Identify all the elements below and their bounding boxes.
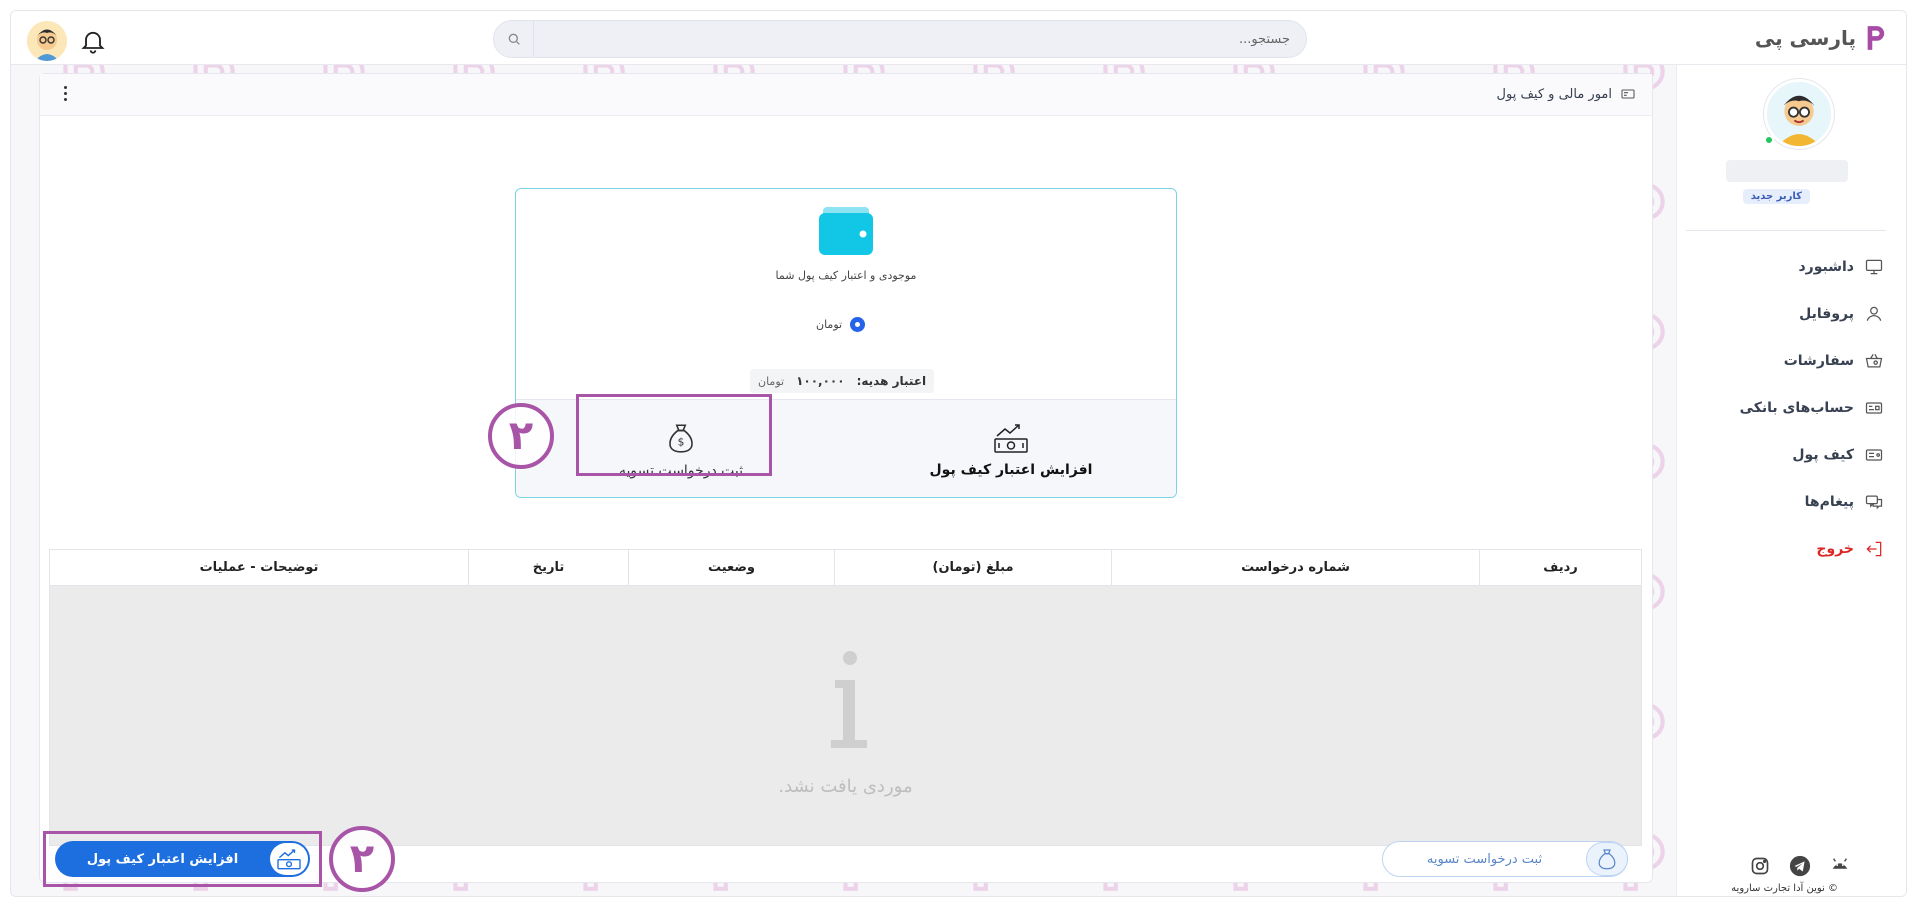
sidebar-item-orders[interactable]: سفارشات <box>1684 337 1884 384</box>
wallet-summary: موجودی و اعتبار کیف پول شما تومان اعتبار… <box>516 189 1176 399</box>
telegram-icon[interactable] <box>1789 855 1811 877</box>
sidebar-item-label: پروفایل <box>1799 305 1854 322</box>
settlement-request-label: ثبت درخواست تسویه <box>618 462 744 479</box>
copyright-text: © نوین آدا تجارت سارویه <box>1731 883 1838 894</box>
money-bag-icon <box>1586 842 1628 876</box>
brand-logo[interactable]: پارسی پی <box>1755 23 1886 53</box>
panel-header: امور مالی و کیف پول <box>40 74 1652 116</box>
tutorial-step-marker: ۲ <box>488 403 554 469</box>
social-links <box>1749 855 1851 877</box>
money-growth-icon <box>270 843 308 875</box>
sidebar: کاربر جدید داشبورد پروفایل سفارشات حساب‌… <box>1676 65 1906 896</box>
gift-credit-label: اعتبار هدیه: <box>856 374 927 388</box>
finance-panel: امور مالی و کیف پول موجودی و اعتبار کیف … <box>39 73 1653 883</box>
column-header-status: وضعیت <box>628 550 834 585</box>
gift-credit: اعتبار هدیه: ۱۰۰,۰۰۰ تومان <box>750 369 935 393</box>
money-bag-icon: $ <box>669 423 693 453</box>
instagram-icon[interactable] <box>1749 855 1771 877</box>
wallet-card: موجودی و اعتبار کیف پول شما تومان اعتبار… <box>515 188 1177 498</box>
user-avatar[interactable] <box>27 21 67 61</box>
sidebar-item-label: حساب‌های بانکی <box>1739 399 1854 416</box>
settlement-request-button[interactable]: ثبت درخواست تسویه <box>1382 841 1628 877</box>
column-header-request-number: شماره درخواست <box>1111 550 1479 585</box>
search-icon[interactable] <box>494 21 534 57</box>
sidebar-item-label: سفارشات <box>1783 352 1854 369</box>
info-icon <box>831 651 867 748</box>
sidebar-item-label: خروج <box>1816 540 1854 557</box>
currency-option[interactable]: تومان <box>816 317 866 332</box>
brand-name: پارسی پی <box>1754 26 1856 50</box>
wallet-icon <box>1865 448 1883 461</box>
increase-credit-label: افزایش اعتبار کیف پول <box>929 461 1093 478</box>
search-bar <box>493 20 1307 58</box>
top-bar: پارسی پی <box>11 11 1906 65</box>
increase-credit-button[interactable]: افزایش اعتبار کیف پول <box>55 841 310 877</box>
gift-credit-value: ۱۰۰,۰۰۰ <box>796 374 845 388</box>
sidebar-item-logout[interactable]: خروج <box>1684 525 1884 572</box>
basket-icon <box>1865 353 1883 367</box>
search-input[interactable] <box>538 21 1298 57</box>
column-header-amount: مبلغ (تومان) <box>834 550 1111 585</box>
table-header: ردیف شماره درخواست مبلغ (تومان) وضعیت تا… <box>50 550 1641 586</box>
sidebar-item-bank-accounts[interactable]: حساب‌های بانکی <box>1684 384 1884 431</box>
brand-mark-icon <box>1867 26 1885 50</box>
increase-credit-button-label: افزایش اعتبار کیف پول <box>86 851 239 867</box>
column-header-actions: توضیحات - عملیات <box>199 560 319 575</box>
sidebar-item-label: داشبورد <box>1798 258 1855 275</box>
column-header-row: ردیف <box>1479 550 1641 585</box>
profile-avatar[interactable] <box>1764 79 1834 149</box>
money-growth-icon <box>994 423 1028 453</box>
wallet-icon <box>819 207 873 255</box>
android-icon[interactable] <box>1829 855 1851 877</box>
logout-icon <box>1866 541 1882 556</box>
column-header-date: تاریخ <box>468 550 628 585</box>
currency-radio[interactable] <box>850 317 866 332</box>
app-window: پارسی پی کاربر جدید داشبورد <box>10 10 1907 897</box>
wallet-actions: $ ثبت درخواست تسویه افزایش اعتبار کیف پو… <box>516 399 1176 497</box>
bell-icon[interactable] <box>76 24 110 58</box>
page-title: امور مالی و کیف پول <box>1497 86 1636 102</box>
wallet-description: موجودی و اعتبار کیف پول شما <box>775 269 917 282</box>
more-menu-icon[interactable] <box>60 86 70 104</box>
svg-text:$: $ <box>678 435 685 448</box>
tutorial-step-marker: ۲ <box>329 826 395 892</box>
sidebar-item-label: کیف پول <box>1792 446 1854 463</box>
gift-credit-unit: تومان <box>758 374 785 388</box>
empty-state-text: موردی یافت نشد. <box>778 776 913 797</box>
sidebar-item-dashboard[interactable]: داشبورد <box>1684 243 1884 290</box>
divider <box>1686 230 1886 231</box>
bank-card-icon <box>1865 401 1883 414</box>
finance-card-icon <box>1621 89 1635 99</box>
user-icon <box>1866 306 1882 321</box>
monitor-icon <box>1865 259 1883 274</box>
currency-label: تومان <box>816 318 843 331</box>
page-title-text: امور مالی و کیف پول <box>1496 86 1612 102</box>
username-blurred <box>1726 160 1848 182</box>
sidebar-menu: داشبورد پروفایل سفارشات حساب‌های بانکی ک… <box>1684 243 1884 572</box>
settlement-request-button-label: ثبت درخواست تسویه <box>1426 851 1543 867</box>
user-level-badge: کاربر جدید <box>1742 189 1810 204</box>
sidebar-item-wallet[interactable]: کیف پول <box>1684 431 1884 478</box>
sidebar-item-profile[interactable]: پروفایل <box>1684 290 1884 337</box>
sidebar-item-label: پیغام‌ها <box>1804 493 1854 510</box>
increase-credit-action[interactable]: افزایش اعتبار کیف پول <box>846 400 1176 497</box>
table-body: موردی یافت نشد. <box>50 586 1641 845</box>
settlement-request-action[interactable]: $ ثبت درخواست تسویه <box>516 400 846 497</box>
transactions-table: ردیف شماره درخواست مبلغ (تومان) وضعیت تا… <box>49 549 1642 846</box>
sidebar-item-messages[interactable]: پیغام‌ها <box>1684 478 1884 525</box>
online-status-dot <box>1764 135 1774 145</box>
messages-icon <box>1865 495 1883 509</box>
